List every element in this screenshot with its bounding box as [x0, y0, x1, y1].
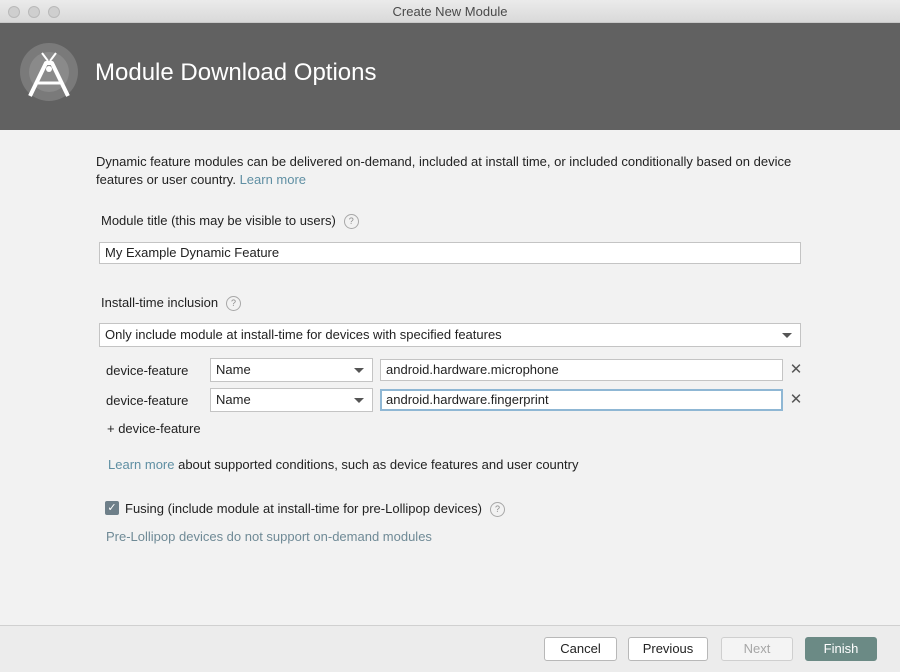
fusing-note: Pre-Lollipop devices do not support on-d…	[106, 529, 432, 544]
window-title-bar: Create New Module	[0, 0, 900, 23]
condition-type-selected: Name	[216, 392, 251, 407]
condition-type-dropdown[interactable]: Name	[210, 388, 373, 412]
conditions-help-body: about supported conditions, such as devi…	[174, 457, 579, 472]
remove-condition-icon[interactable]: ✕	[789, 392, 803, 407]
wizard-header: Module Download Options	[0, 23, 900, 130]
fusing-label-row: Fusing (include module at install-time f…	[125, 501, 505, 518]
help-icon[interactable]: ?	[489, 502, 505, 518]
condition-type-dropdown[interactable]: Name	[210, 358, 373, 382]
help-icon[interactable]: ?	[343, 214, 359, 230]
condition-value-input[interactable]: android.hardware.fingerprint	[380, 389, 783, 411]
learn-more-link[interactable]: Learn more	[108, 457, 174, 472]
install-time-dropdown[interactable]: Only include module at install-time for …	[99, 323, 801, 347]
fusing-checkbox[interactable]: ✓	[105, 501, 119, 515]
footer-divider	[0, 625, 900, 626]
cancel-button[interactable]: Cancel	[544, 637, 617, 661]
finish-button[interactable]: Finish	[805, 637, 877, 661]
conditions-help-text: Learn more about supported conditions, s…	[108, 457, 578, 472]
module-title-input[interactable]: My Example Dynamic Feature	[99, 242, 801, 264]
install-time-label: Install-time inclusion	[101, 295, 219, 310]
chevron-down-icon	[782, 333, 792, 338]
window-title: Create New Module	[392, 4, 508, 19]
add-device-feature-link[interactable]: + device-feature	[107, 421, 201, 436]
condition-label: device-feature	[106, 393, 189, 408]
condition-type-selected: Name	[216, 362, 251, 377]
condition-label: device-feature	[106, 363, 189, 378]
description-body: Dynamic feature modules can be delivered…	[96, 154, 792, 187]
help-icon[interactable]: ?	[226, 296, 242, 312]
fusing-label: Fusing (include module at install-time f…	[125, 501, 482, 516]
learn-more-link[interactable]: Learn more	[240, 172, 306, 187]
module-title-label: Module title (this may be visible to use…	[101, 213, 336, 228]
chevron-down-icon	[354, 368, 364, 373]
page-title: Module Download Options	[95, 59, 377, 86]
description-text: Dynamic feature modules can be delivered…	[96, 153, 816, 189]
install-time-label-row: Install-time inclusion?	[101, 295, 242, 312]
previous-button[interactable]: Previous	[628, 637, 708, 661]
android-studio-icon	[20, 43, 78, 101]
install-time-selected: Only include module at install-time for …	[105, 327, 502, 342]
module-title-label-row: Module title (this may be visible to use…	[101, 213, 359, 230]
chevron-down-icon	[354, 398, 364, 403]
remove-condition-icon[interactable]: ✕	[789, 362, 803, 377]
next-button[interactable]: Next	[721, 637, 793, 661]
condition-value-input[interactable]: android.hardware.microphone	[380, 359, 783, 381]
